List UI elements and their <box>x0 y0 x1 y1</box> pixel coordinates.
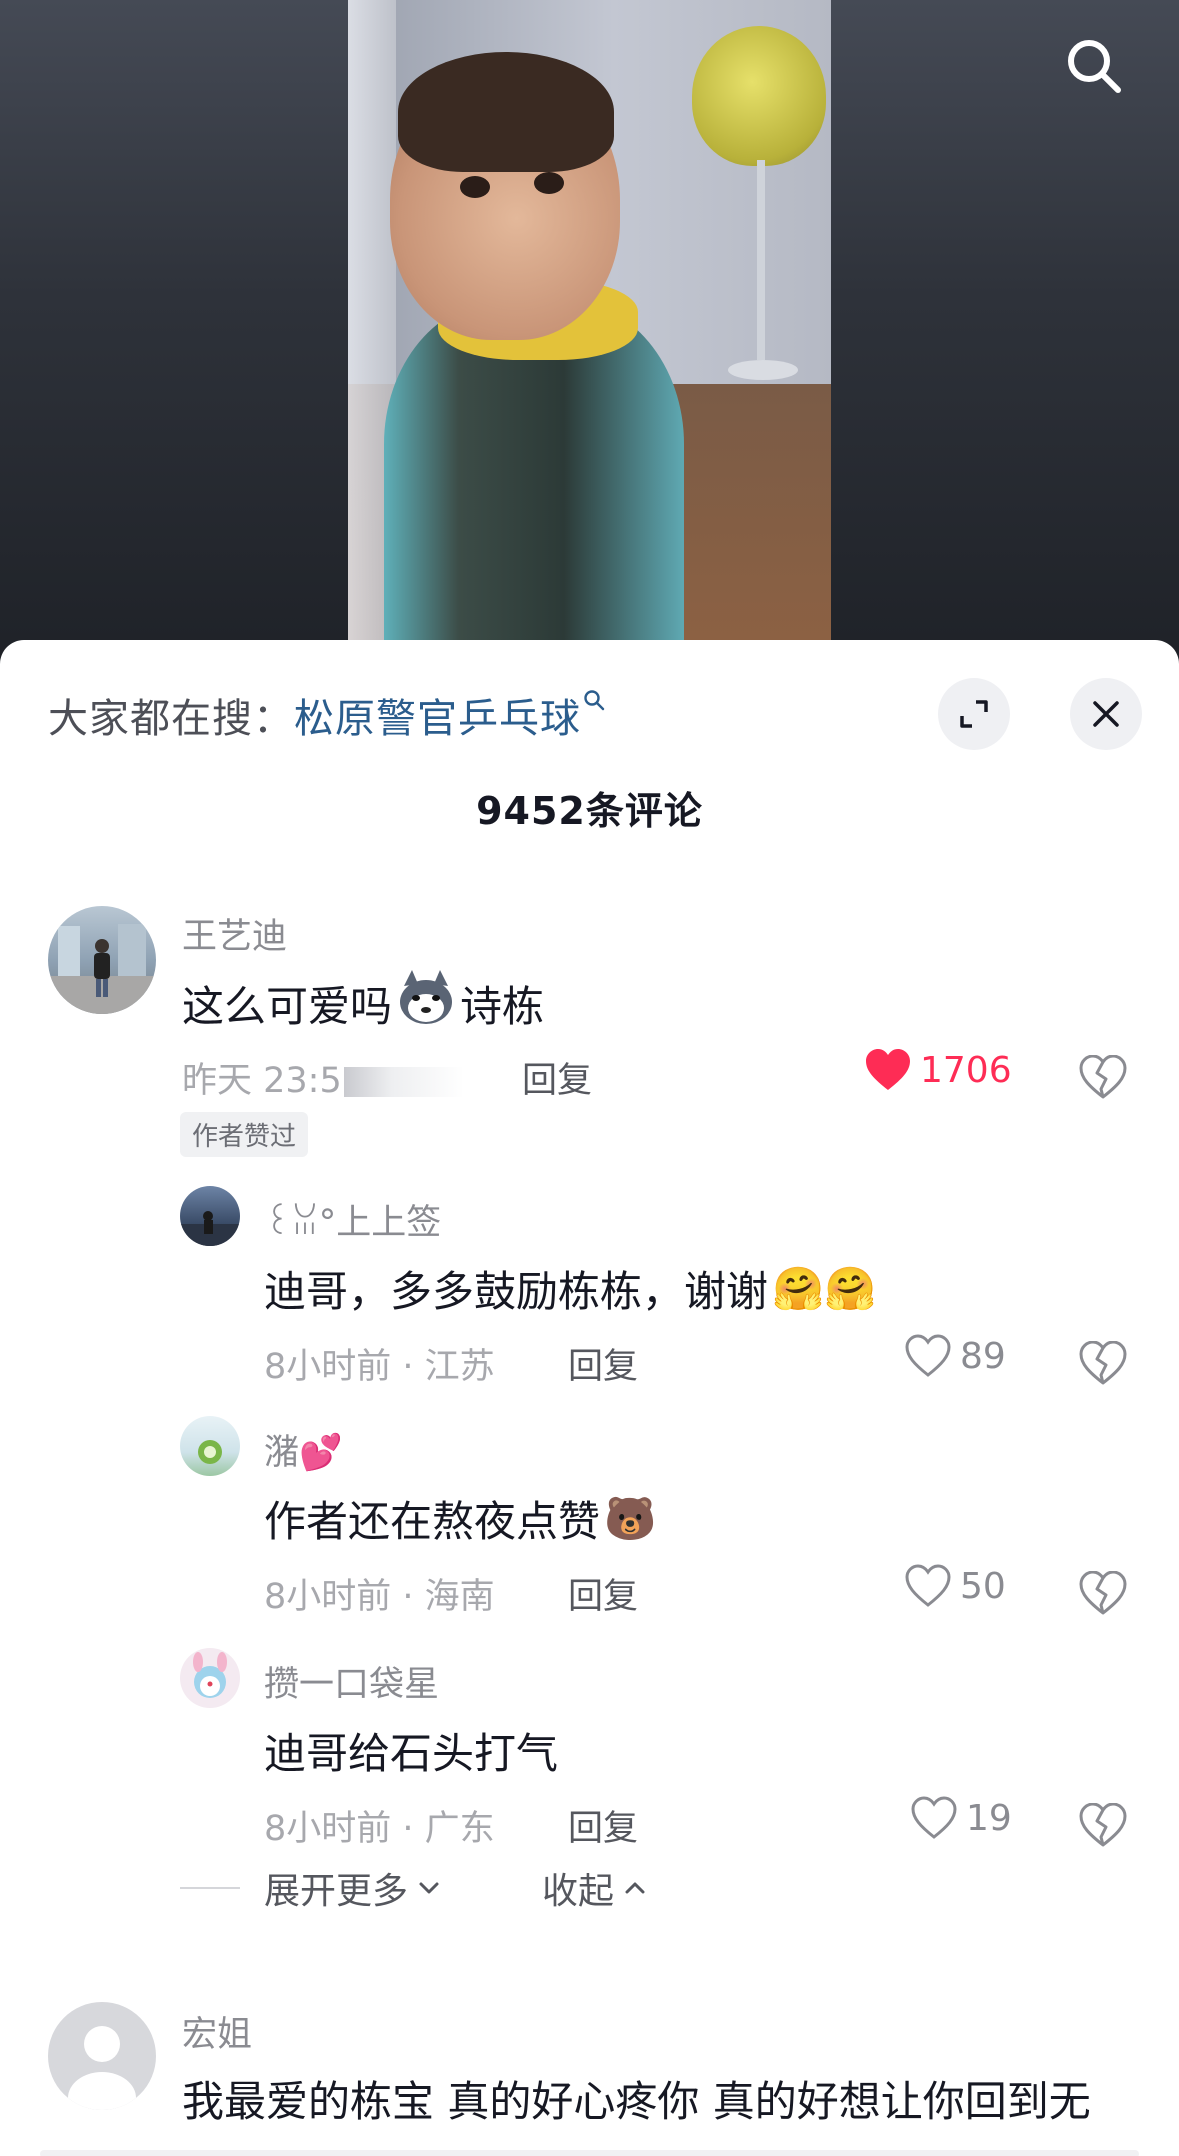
thread-divider <box>180 1887 240 1889</box>
dislike-button[interactable] <box>1076 1050 1130 1104</box>
heart-outline-icon <box>911 1796 957 1839</box>
bear-sticker-icon: 🐻 <box>604 1493 657 1543</box>
close-button[interactable] <box>1070 678 1142 750</box>
video-player[interactable] <box>348 0 831 640</box>
comment-text-part: 诗栋 <box>460 981 545 1031</box>
redacted-block <box>343 1067 464 1097</box>
like-count: 1706 <box>920 1049 1012 1091</box>
video-fan-pole <box>757 160 765 360</box>
broken-heart-icon <box>1079 1341 1127 1385</box>
comment-text: 这么可爱吗 诗栋 <box>182 970 544 1036</box>
heart-emoji-icon: 💕 <box>299 1433 343 1473</box>
reply-button[interactable]: 回复 <box>568 1568 638 1619</box>
expand-icon <box>960 700 988 728</box>
chevron-up-icon <box>625 1882 645 1894</box>
like-count: 89 <box>960 1335 1006 1377</box>
expand-more-button[interactable]: 展开更多 <box>264 1862 444 1914</box>
like-count: 50 <box>960 1565 1006 1607</box>
small-search-icon <box>583 689 605 717</box>
hot-search-term[interactable]: 松原警官乒乓球 <box>294 686 581 744</box>
avatar[interactable] <box>48 2002 156 2110</box>
reply-timestamp: 8小时前 · 广东 <box>264 1809 495 1849</box>
collapse-button[interactable]: 收起 <box>542 1862 650 1914</box>
expand-button[interactable] <box>938 678 1010 750</box>
like-button[interactable]: 89 <box>904 1334 1006 1378</box>
avatar[interactable] <box>48 906 156 1014</box>
reply-text: 迪哥给石头打气 <box>264 1729 559 1778</box>
reply-text: 迪哥，多多鼓励栋栋，谢谢 🤗🤗 <box>264 1258 881 1319</box>
heart-outline-icon <box>905 1334 951 1377</box>
video-fan <box>692 26 826 166</box>
reply-username[interactable]: ꒰ꈍ°上上签 <box>264 1194 441 1245</box>
reply-button[interactable]: 回复 <box>568 1338 638 1389</box>
comment-timestamp: 昨天 23:5 <box>182 1052 464 1103</box>
comment-sheet: 大家都在搜： 松原警官乒乓球 9452条评论 王艺迪 这么可爱吗 诗栋 昨天 2… <box>0 640 1179 2156</box>
reply-username[interactable]: 潴💕 <box>264 1424 343 1475</box>
hug-emoji-icon: 🤗🤗 <box>772 1263 877 1313</box>
video-child-eye <box>534 172 564 194</box>
video-fan-base <box>728 360 798 380</box>
heart-outline-icon <box>905 1564 951 1607</box>
search-icon <box>1068 40 1121 93</box>
home-indicator <box>40 2150 1139 2156</box>
broken-heart-icon <box>1079 1055 1127 1099</box>
dislike-button[interactable] <box>1076 1336 1130 1390</box>
comment-username[interactable]: 王艺迪 <box>182 908 287 959</box>
broken-heart-icon <box>1079 1803 1127 1847</box>
like-button[interactable]: 1706 <box>864 1048 1012 1092</box>
hot-search-bar: 大家都在搜： 松原警官乒乓球 <box>48 689 605 742</box>
like-button[interactable]: 50 <box>904 1564 1006 1608</box>
author-liked-badge: 作者赞过 <box>180 1112 309 1157</box>
avatar[interactable] <box>180 1416 240 1476</box>
default-avatar-icon <box>68 2026 136 2110</box>
reply-button[interactable]: 回复 <box>568 1800 638 1851</box>
reply-timestamp: 8小时前 · 江苏 <box>264 1347 495 1387</box>
broken-heart-icon <box>1079 1571 1127 1615</box>
close-icon <box>1093 701 1119 727</box>
like-button[interactable]: 19 <box>910 1796 1012 1840</box>
heart-filled-icon <box>866 1049 910 1090</box>
thread-controls: 展开更多 收起 <box>180 1862 650 1914</box>
husky-sticker-icon <box>396 970 456 1036</box>
avatar[interactable] <box>180 1648 240 1708</box>
video-child-hair <box>398 52 614 172</box>
reply-timestamp: 8小时前 · 海南 <box>264 1577 495 1617</box>
hot-search-prefix: 大家都在搜： <box>48 696 294 742</box>
reply-button[interactable]: 回复 <box>522 1052 592 1103</box>
comment-text: 我最爱的栋宝 真的好心疼你 真的好想让你回到无 <box>182 2077 1091 2126</box>
dislike-button[interactable] <box>1076 1798 1130 1852</box>
video-child-eye <box>460 176 490 198</box>
chevron-down-icon <box>419 1882 439 1894</box>
comment-text-part: 这么可爱吗 <box>182 981 393 1031</box>
search-button[interactable] <box>1058 30 1130 102</box>
like-count: 19 <box>966 1797 1012 1839</box>
comment-count: 9452条评论 <box>476 789 703 833</box>
dislike-button[interactable] <box>1076 1566 1130 1620</box>
comment-username[interactable]: 宏姐 <box>182 2006 252 2057</box>
reply-username[interactable]: 攒一口袋星 <box>264 1656 439 1707</box>
reply-text-part: 迪哥，多多鼓励栋栋，谢谢 <box>264 1267 769 1316</box>
reply-text: 作者还在熬夜点赞 🐻 <box>264 1488 660 1549</box>
reply-text-part: 作者还在熬夜点赞 <box>264 1497 601 1546</box>
avatar[interactable] <box>180 1186 240 1246</box>
